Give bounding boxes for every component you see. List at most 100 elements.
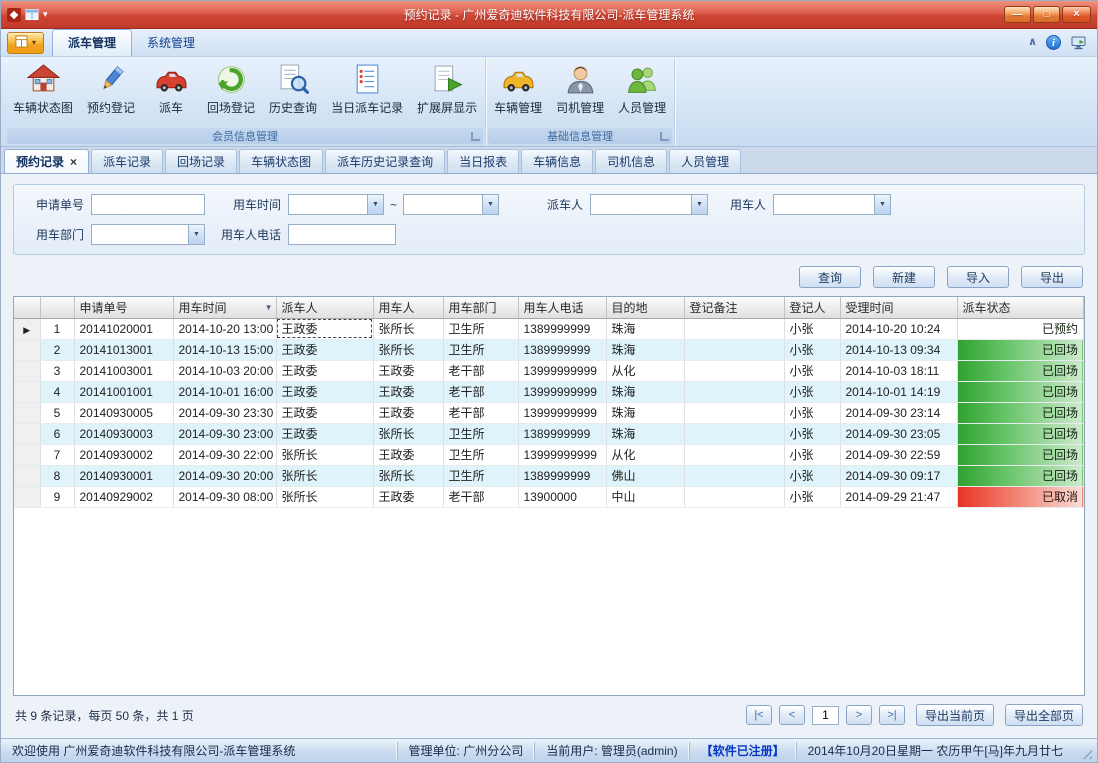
grid-cell[interactable]: 张所长 bbox=[276, 486, 373, 507]
grid-cell[interactable]: 20140929002 bbox=[74, 486, 173, 507]
grid-cell[interactable]: 2014-10-20 10:24 bbox=[840, 318, 957, 339]
grid-cell[interactable]: 小张 bbox=[784, 423, 840, 444]
grid-cell[interactable]: 王政委 bbox=[276, 339, 373, 360]
doc-tab-6[interactable]: 车辆信息 bbox=[521, 149, 593, 173]
ribbon-button-pencil[interactable]: 预约登记 bbox=[80, 59, 142, 127]
table-row[interactable]: 4201410010012014-10-01 16:00王政委王政委老干部139… bbox=[14, 381, 1084, 402]
chevron-down-icon[interactable]: ▼ bbox=[482, 195, 498, 214]
grid-cell[interactable]: 小张 bbox=[784, 381, 840, 402]
apply-no-input[interactable] bbox=[91, 194, 205, 215]
grid-cell[interactable]: 2014-09-30 09:17 bbox=[840, 465, 957, 486]
grid-cell[interactable]: 20141003001 bbox=[74, 360, 173, 381]
grid-cell[interactable]: 珠海 bbox=[606, 381, 684, 402]
export-all-pages-button[interactable]: 导出全部页 bbox=[1005, 704, 1083, 726]
grid-cell[interactable]: 2014-10-03 18:11 bbox=[840, 360, 957, 381]
query-button[interactable]: 查询 bbox=[799, 266, 861, 288]
grid-cell[interactable]: 王政委 bbox=[373, 381, 443, 402]
doc-tab-2[interactable]: 回场记录 bbox=[165, 149, 237, 173]
grid-column-header[interactable] bbox=[40, 297, 74, 318]
doc-tab-3[interactable]: 车辆状态图 bbox=[239, 149, 323, 173]
grid-cell[interactable]: 张所长 bbox=[373, 423, 443, 444]
use-time-from-combo[interactable]: ▼ bbox=[288, 194, 384, 215]
info-icon[interactable]: i bbox=[1046, 35, 1061, 50]
ribbon-button-screen[interactable]: 扩展屏显示 bbox=[410, 59, 484, 127]
first-page-button[interactable]: |< bbox=[746, 705, 772, 725]
grid-cell[interactable]: 卫生所 bbox=[443, 444, 518, 465]
prev-page-button[interactable]: < bbox=[779, 705, 805, 725]
column-filter-icon[interactable]: ▼ bbox=[265, 303, 273, 312]
grid-cell[interactable] bbox=[684, 339, 784, 360]
minimize-button[interactable]: — bbox=[1004, 6, 1031, 23]
grid-column-header[interactable]: 派车状态 bbox=[957, 297, 1084, 318]
grid-cell[interactable]: 王政委 bbox=[373, 486, 443, 507]
grid-cell[interactable]: 小张 bbox=[784, 465, 840, 486]
grid-cell[interactable]: 小张 bbox=[784, 318, 840, 339]
doc-tab-0[interactable]: 预约记录× bbox=[4, 149, 89, 173]
grid-column-header[interactable] bbox=[14, 297, 40, 318]
ribbon-tab-1[interactable]: 系统管理 bbox=[132, 30, 210, 56]
grid-cell[interactable]: 2014-09-30 23:05 bbox=[840, 423, 957, 444]
grid-cell[interactable]: 老干部 bbox=[443, 486, 518, 507]
grid-cell[interactable]: 20141001001 bbox=[74, 381, 173, 402]
grid-cell[interactable]: 1389999999 bbox=[518, 318, 606, 339]
grid-cell[interactable]: 王政委 bbox=[373, 444, 443, 465]
grid-cell[interactable]: 张所长 bbox=[373, 339, 443, 360]
grid-cell[interactable]: 2014-10-20 13:00 bbox=[173, 318, 276, 339]
grid-column-header[interactable]: 登记人 bbox=[784, 297, 840, 318]
use-time-to-combo[interactable]: ▼ bbox=[403, 194, 499, 215]
grid-cell[interactable]: 2014-10-01 16:00 bbox=[173, 381, 276, 402]
grid-cell[interactable]: 2014-09-30 08:00 bbox=[173, 486, 276, 507]
grid-cell[interactable] bbox=[684, 360, 784, 381]
grid-cell[interactable]: 小张 bbox=[784, 339, 840, 360]
grid-cell[interactable]: 2014-09-30 22:59 bbox=[840, 444, 957, 465]
grid-cell[interactable]: 珠海 bbox=[606, 318, 684, 339]
dialog-launcher-icon[interactable] bbox=[471, 132, 480, 141]
grid-column-header[interactable]: 用车时间▼ bbox=[173, 297, 276, 318]
grid-cell[interactable]: 张所长 bbox=[373, 465, 443, 486]
resize-grip[interactable] bbox=[1079, 746, 1092, 759]
grid-cell[interactable]: 珠海 bbox=[606, 339, 684, 360]
chevron-down-icon[interactable]: ▼ bbox=[874, 195, 890, 214]
grid-cell[interactable]: 2014-10-13 15:00 bbox=[173, 339, 276, 360]
grid-column-header[interactable]: 用车部门 bbox=[443, 297, 518, 318]
grid-cell[interactable]: 老干部 bbox=[443, 402, 518, 423]
grid-cell[interactable]: 王政委 bbox=[276, 318, 373, 339]
grid-cell[interactable]: 2014-09-30 22:00 bbox=[173, 444, 276, 465]
grid-cell[interactable]: 2014-10-03 20:00 bbox=[173, 360, 276, 381]
grid-cell[interactable]: 佛山 bbox=[606, 465, 684, 486]
grid-cell[interactable] bbox=[684, 318, 784, 339]
doc-tab-1[interactable]: 派车记录 bbox=[91, 149, 163, 173]
grid-column-header[interactable]: 用车人电话 bbox=[518, 297, 606, 318]
export-current-page-button[interactable]: 导出当前页 bbox=[916, 704, 994, 726]
grid-column-header[interactable]: 目的地 bbox=[606, 297, 684, 318]
grid-cell[interactable]: 张所长 bbox=[373, 318, 443, 339]
grid-cell[interactable]: 珠海 bbox=[606, 423, 684, 444]
table-row[interactable]: 9201409290022014-09-30 08:00张所长王政委老干部139… bbox=[14, 486, 1084, 507]
grid-cell[interactable]: 20141020001 bbox=[74, 318, 173, 339]
grid-cell[interactable]: 13999999999 bbox=[518, 444, 606, 465]
export-button[interactable]: 导出 bbox=[1021, 266, 1083, 288]
doc-tab-8[interactable]: 人员管理 bbox=[669, 149, 741, 173]
maximize-button[interactable]: □ bbox=[1033, 6, 1060, 23]
grid-cell[interactable]: 1389999999 bbox=[518, 465, 606, 486]
grid-cell[interactable]: 20140930003 bbox=[74, 423, 173, 444]
grid-cell[interactable]: 卫生所 bbox=[443, 423, 518, 444]
grid-column-header[interactable]: 受理时间 bbox=[840, 297, 957, 318]
grid-cell[interactable]: 张所长 bbox=[276, 465, 373, 486]
grid-cell[interactable]: 王政委 bbox=[276, 423, 373, 444]
doc-tab-5[interactable]: 当日报表 bbox=[447, 149, 519, 173]
ribbon-button-car-yellow[interactable]: 车辆管理 bbox=[487, 59, 549, 127]
ribbon-button-car-red[interactable]: 派车 bbox=[142, 59, 200, 127]
close-button[interactable]: × bbox=[1062, 6, 1091, 23]
table-row[interactable]: ▶1201410200012014-10-20 13:00王政委张所长卫生所13… bbox=[14, 318, 1084, 339]
grid-cell[interactable]: 20140930005 bbox=[74, 402, 173, 423]
user-combo[interactable]: ▼ bbox=[773, 194, 891, 215]
table-row[interactable]: 8201409300012014-09-30 20:00张所长张所长卫生所138… bbox=[14, 465, 1084, 486]
display-settings-icon[interactable] bbox=[1070, 35, 1087, 51]
grid-cell[interactable] bbox=[684, 465, 784, 486]
grid-cell[interactable]: 小张 bbox=[784, 486, 840, 507]
grid-column-header[interactable]: 申请单号 bbox=[74, 297, 173, 318]
grid-cell[interactable]: 珠海 bbox=[606, 402, 684, 423]
grid-cell[interactable]: 13999999999 bbox=[518, 360, 606, 381]
license-link[interactable]: 【软件已注册】 bbox=[689, 742, 796, 759]
